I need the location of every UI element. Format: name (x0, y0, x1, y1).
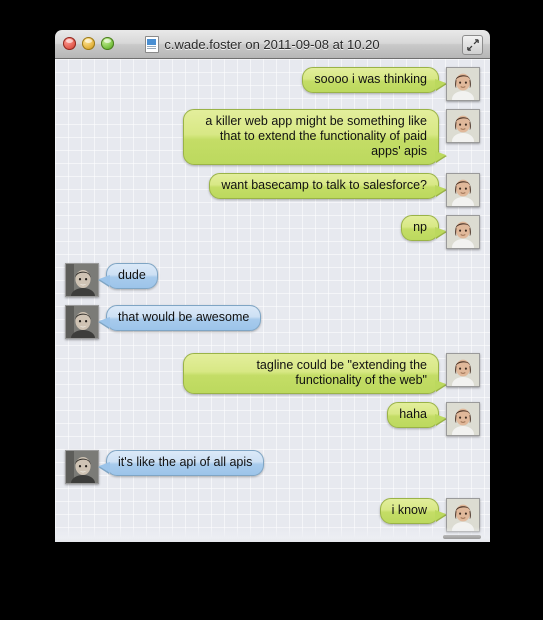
close-button[interactable] (63, 37, 76, 50)
window-bottom-edge (55, 527, 490, 542)
avatar-incoming (65, 450, 99, 484)
zoom-button[interactable] (101, 37, 114, 50)
message-row: np (55, 215, 490, 249)
avatar-outgoing (446, 402, 480, 436)
message-row: it's like the api of all apis (55, 450, 490, 484)
message-row: want basecamp to talk to salesforce? (55, 173, 490, 207)
message-bubble-incoming: that would be awesome (106, 305, 262, 331)
avatar-incoming (65, 305, 99, 339)
window-controls (63, 37, 114, 50)
message-bubble-incoming: dude (106, 263, 158, 289)
window-titlebar[interactable]: c.wade.foster on 2011-09-08 at 10.20 (55, 30, 490, 59)
message-list[interactable]: soooo i was thinking a killer web app mi… (55, 59, 490, 542)
expand-icon[interactable] (462, 35, 483, 55)
avatar-outgoing (446, 173, 480, 207)
message-bubble-outgoing: tagline could be "extending the function… (183, 353, 439, 394)
window-title: c.wade.foster on 2011-09-08 at 10.20 (164, 36, 380, 52)
avatar-outgoing (446, 353, 480, 387)
avatar-outgoing (446, 215, 480, 249)
message-row: haha (55, 402, 490, 436)
message-bubble-outgoing: want basecamp to talk to salesforce? (209, 173, 439, 199)
message-bubble-outgoing: soooo i was thinking (302, 67, 439, 93)
message-bubble-outgoing: np (401, 215, 439, 241)
message-row: a killer web app might be something like… (55, 109, 490, 165)
window-title-group: c.wade.foster on 2011-09-08 at 10.20 (65, 35, 460, 53)
avatar-outgoing (446, 109, 480, 143)
message-bubble-outgoing: a killer web app might be something like… (183, 109, 439, 165)
chat-transcript-window: c.wade.foster on 2011-09-08 at 10.20 soo… (55, 30, 490, 542)
avatar-incoming (65, 263, 99, 297)
document-icon (145, 35, 160, 53)
message-row: tagline could be "extending the function… (55, 353, 490, 394)
screenshot-root: c.wade.foster on 2011-09-08 at 10.20 soo… (0, 0, 543, 620)
avatar-outgoing (446, 67, 480, 101)
minimize-button[interactable] (82, 37, 95, 50)
message-row: that would be awesome (55, 305, 490, 339)
resize-grip[interactable] (443, 535, 481, 539)
message-bubble-incoming: it's like the api of all apis (106, 450, 265, 476)
message-row: dude (55, 263, 490, 297)
message-bubble-outgoing: haha (387, 402, 439, 428)
message-row: soooo i was thinking (55, 67, 490, 101)
message-bubble-outgoing: i know (379, 498, 439, 524)
